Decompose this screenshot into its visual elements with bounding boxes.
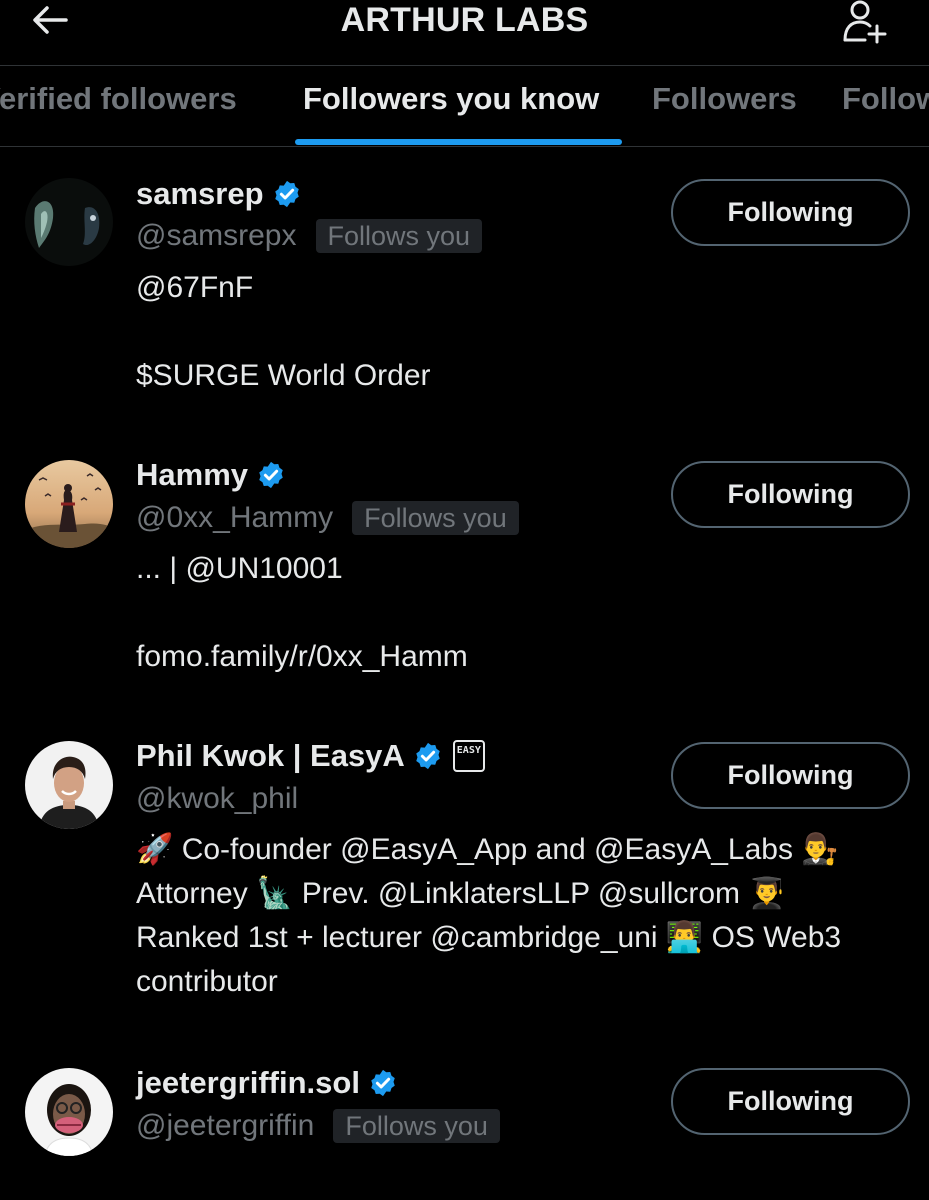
tab-label: Followers <box>652 81 797 116</box>
tab-following[interactable]: Following <box>842 66 929 146</box>
name-line: Hammy <box>136 455 286 495</box>
avatar-image <box>25 460 113 548</box>
following-button[interactable]: Following <box>671 1068 910 1135</box>
follows-you-badge: Follows you <box>352 501 519 535</box>
avatar[interactable] <box>25 741 113 829</box>
tab-bar: Verified followers Followers you know Fo… <box>0 66 929 146</box>
user-handle: @0xx_Hammy <box>136 501 334 534</box>
display-name[interactable]: jeetergriffin.sol <box>136 1065 360 1101</box>
avatar-image <box>25 741 113 829</box>
avatar-image <box>25 178 113 266</box>
verified-badge-icon <box>371 1069 395 1097</box>
handle-line: @samsrepx Follows you <box>136 216 483 256</box>
tab-label: Followers you know <box>303 81 600 116</box>
avatar[interactable] <box>25 178 113 266</box>
verified-badge-icon <box>274 180 299 208</box>
easya-affiliation-badge[interactable]: EASY <box>452 740 485 772</box>
handle-line: @jeetergriffin Follows you <box>136 1106 500 1146</box>
user-handle: @kwok_phil <box>136 782 299 815</box>
follows-you-badge: Follows you <box>315 219 483 253</box>
page-title: ARTHUR LABS <box>340 1 589 39</box>
following-button[interactable]: Following <box>671 742 910 809</box>
display-name[interactable]: samsrep <box>136 176 264 212</box>
user-bio: 🚀 Co-founder @EasyA_App and @EasyA_Labs … <box>136 833 842 998</box>
verified-badge-icon <box>259 461 283 489</box>
tabs-divider <box>0 146 929 147</box>
display-name[interactable]: Hammy <box>136 457 248 493</box>
handle-line: @kwok_phil <box>136 779 298 819</box>
user-handle: @jeetergriffin <box>136 1109 315 1142</box>
name-line: Phil Kwok | EasyA EASY <box>136 736 485 776</box>
name-line: samsrep <box>136 174 302 214</box>
user-handle: @samsrepx <box>136 219 297 252</box>
tab-followers-you-know[interactable]: Followers you know <box>303 66 599 146</box>
add-user-button[interactable] <box>837 0 893 44</box>
tab-followers[interactable]: Followers <box>652 66 797 146</box>
avatar-image <box>25 1068 113 1156</box>
following-button[interactable]: Following <box>671 179 910 246</box>
user-bio: @67FnF $SURGE World Order <box>136 271 431 392</box>
user-bio: ... | @UN10001 fomo.family/r/0xx_Hamm <box>136 552 468 673</box>
verified-badge-icon <box>416 742 440 770</box>
tab-verified-followers[interactable]: Verified followers <box>0 66 237 146</box>
avatar[interactable] <box>25 460 113 548</box>
following-button[interactable]: Following <box>671 461 910 528</box>
active-tab-indicator <box>295 139 622 145</box>
person-add-icon <box>843 0 887 44</box>
tab-label: Verified followers <box>0 81 237 116</box>
handle-line: @0xx_Hammy Follows you <box>136 498 519 538</box>
tab-label: Following <box>842 81 929 116</box>
display-name[interactable]: Phil Kwok | EasyA <box>136 738 405 774</box>
top-bar: ARTHUR LABS <box>0 0 929 66</box>
name-line: jeetergriffin.sol <box>136 1063 398 1103</box>
avatar[interactable] <box>25 1068 113 1156</box>
follows-you-badge: Follows you <box>333 1109 500 1143</box>
